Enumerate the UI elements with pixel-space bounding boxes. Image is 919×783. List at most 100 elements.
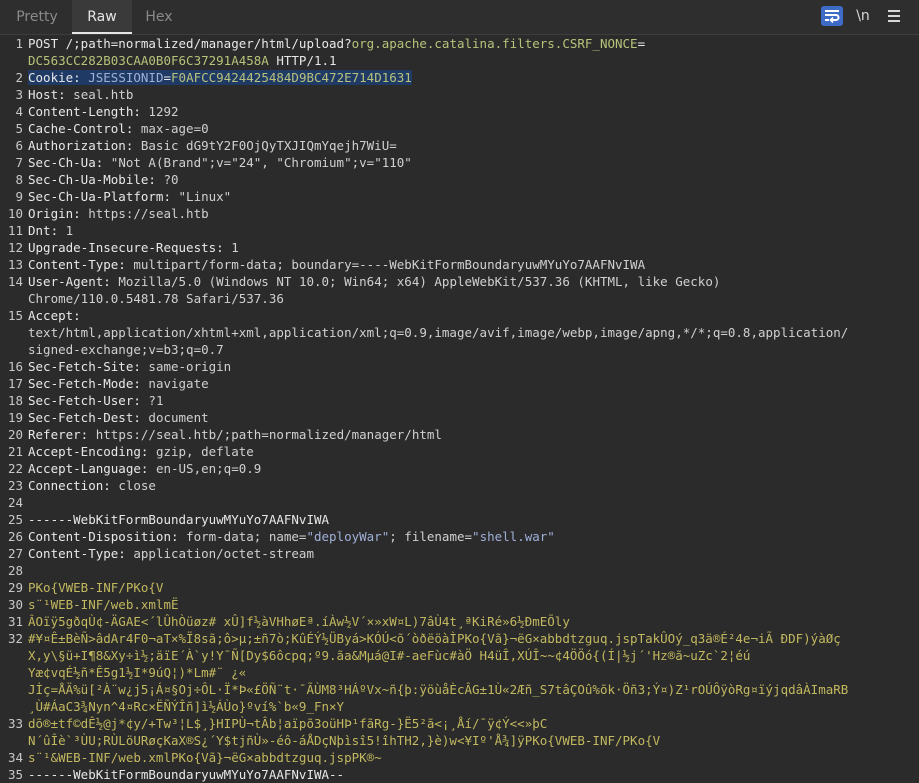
header-value: same-origin (140, 359, 232, 374)
request-line-cont: DC563CC282B03CAA0B0F6C37291A458A HTTP/1.… (28, 53, 337, 68)
line-number: 35 (7, 767, 23, 782)
line-number: 23 (7, 478, 23, 493)
header-line: Sec-Fetch-Mode: navigate (28, 375, 209, 392)
user-agent-cont: Chrome/110.0.5481.78 Safari/537.36 (28, 291, 284, 306)
header-value: "Linux" (171, 189, 232, 204)
header-line: Host: seal.htb (28, 86, 133, 103)
line-number: 2 (15, 70, 23, 85)
header-key: Accept-Language: (28, 461, 149, 476)
line-number: 19 (7, 410, 23, 425)
header-value: close (110, 478, 156, 493)
header-value: https://seal.htb (80, 206, 209, 221)
line-number: 18 (7, 393, 23, 408)
editor-toolbar: Pretty Raw Hex \n (0, 0, 919, 35)
line-number: 30 (7, 597, 23, 612)
body-line: Yæ¢vqÉ½ñ*Ê5g1½I*9úQ¦)*Lm#¨ ¿« (28, 665, 247, 680)
line-number: 27 (7, 546, 23, 561)
body-line: N´ûÎè`³ÙU;RÙLöURøçKaX®S¿´Y$tjñÙ»-éô-áÅDç… (28, 733, 661, 748)
line-number: 28 (7, 563, 23, 578)
request-editor[interactable]: 1 POST /;path=normalized/manager/html/up… (0, 35, 919, 783)
header-line: Sec-Fetch-Site: same-origin (28, 358, 231, 375)
header-key: Host: (28, 87, 66, 102)
header-key: Upgrade-Insecure-Requests: (28, 240, 224, 255)
header-line: Accept-Language: en-US,en;q=0.9 (28, 460, 261, 477)
header-line: User-Agent: Mozilla/5.0 (Windows NT 10.0… (28, 273, 720, 290)
header-key: Content-Length: (28, 104, 141, 119)
line-number: 15 (7, 308, 23, 323)
show-newlines-button[interactable]: \n (852, 6, 874, 26)
header-value: multipart/form-data; boundary=----WebKit… (125, 257, 646, 272)
body-line: s¨¹&WEB-INF/web.xmlPKo{Vã}¬ëG×abbdtzguq.… (28, 750, 382, 765)
line-number: 26 (7, 529, 23, 544)
line-number: 13 (7, 257, 23, 272)
request-line: POST /;path=normalized/manager/html/uplo… (28, 36, 646, 51)
header-value: Basic dG9tY2F0OjQyTXJIQmYqejh7WiU= (133, 138, 397, 153)
header-value: "Not A(Brand";v="24", "Chromium";v="110" (103, 155, 412, 170)
menu-button[interactable] (883, 6, 905, 26)
header-value: 1 (58, 223, 74, 238)
header-line: Sec-Ch-Ua: "Not A(Brand";v="24", "Chromi… (28, 154, 412, 171)
line-number: 11 (7, 223, 23, 238)
body-line: PKo{VWEB-INF/PKo{V (28, 580, 164, 595)
header-line: Connection: close (28, 477, 156, 494)
multipart-boundary: ------WebKitFormBoundaryuwMYuYo7AAFNvIWA (28, 512, 330, 527)
header-line: Referer: https://seal.htb/;path=normaliz… (28, 426, 442, 443)
header-line: Content-Type: multipart/form-data; bound… (28, 256, 645, 273)
header-key: Origin: (28, 206, 81, 221)
line-number: 29 (7, 580, 23, 595)
header-value: ?1 (140, 393, 164, 408)
accept-value-cont: signed-exchange;v=b3;q=0.7 (28, 342, 224, 357)
word-wrap-toggle-button[interactable] (821, 6, 843, 26)
header-value: document (140, 410, 209, 425)
body-line: #¥¤Ê±BèÑ>âdAr4F0¬aT×%Ï8sã;ô>µ;±ñ7ò;KûÉÝ½… (28, 631, 841, 646)
body-line: Jİç=ÅÄ%ü[²À¨w¿j5¡Á¤§Oj÷ÔL·Ï*Þ«£ÖÑ¨t·¯ÃÙM… (28, 682, 849, 697)
tab-hex[interactable]: Hex (134, 0, 184, 34)
header-key: Content-Type: (28, 257, 126, 272)
header-line: Sec-Fetch-Dest: document (28, 409, 209, 426)
line-number: 21 (7, 444, 23, 459)
header-value: ?0 (155, 172, 179, 187)
line-number: 33 (7, 716, 23, 731)
header-key: Sec-Ch-Ua: (28, 155, 104, 170)
line-number: 17 (7, 376, 23, 391)
header-key: Accept-Encoding: (28, 444, 149, 459)
line-number: 24 (7, 495, 23, 510)
header-value: Mozilla/5.0 (Windows NT 10.0; Win64; x64… (110, 274, 721, 289)
accept-header: Accept: (28, 308, 81, 323)
tab-raw[interactable]: Raw (72, 0, 132, 34)
header-key: Connection: (28, 478, 111, 493)
line-number: 5 (15, 121, 23, 136)
hamburger-icon (888, 10, 900, 12)
header-line: Authorization: Basic dG9tY2F0OjQyTXJIQmY… (28, 137, 397, 154)
line-number: 10 (7, 206, 23, 221)
line-number: 32 (7, 631, 23, 646)
header-line: Origin: https://seal.htb (28, 205, 209, 222)
line-number: 12 (7, 240, 23, 255)
line-number: 16 (7, 359, 23, 374)
header-key: Dnt: (28, 223, 59, 238)
content-disposition-header: Content-Disposition: form-data; name="de… (28, 529, 555, 544)
header-key: Sec-Fetch-User: (28, 393, 141, 408)
line-number: 34 (7, 750, 23, 765)
tab-pretty[interactable]: Pretty (6, 0, 68, 34)
header-line: Dnt: 1 (28, 222, 73, 239)
header-line: Content-Length: 1292 (28, 103, 179, 120)
header-key: Sec-Fetch-Dest: (28, 410, 141, 425)
body-line: ¸Ù#ÁaC3¾Nyn^4¤Rc×ËÑÝÎñ]ì½ÁÙo}ºví%`b«9_Fn… (28, 699, 345, 714)
header-value: en-US,en;q=0.9 (148, 461, 262, 476)
line-number: 31 (7, 614, 23, 629)
header-value: navigate (140, 376, 209, 391)
line-number: 3 (15, 87, 23, 102)
line-number: 8 (15, 172, 23, 187)
body-line: dõ®±tf©dÊ½@j*¢y/+Tw³¦L$¸}HIPÙ¬tÂb¦aïpõ3o… (28, 716, 548, 731)
body-line: s¨¹WEB-INF/web.xmlmË (28, 597, 179, 612)
header-value: 1292 (140, 104, 179, 119)
line-number: 4 (15, 104, 23, 119)
wrap-lines-icon (825, 10, 840, 23)
header-key: Authorization: (28, 138, 134, 153)
cookie-header: Cookie: JSESSIONID=F0AFCC9424425484D9BC4… (28, 70, 412, 85)
header-key: User-Agent: (28, 274, 111, 289)
header-line: Sec-Fetch-User: ?1 (28, 392, 163, 409)
header-key: Sec-Ch-Ua-Platform: (28, 189, 171, 204)
header-value: https://seal.htb/;path=normalized/manage… (88, 427, 442, 442)
